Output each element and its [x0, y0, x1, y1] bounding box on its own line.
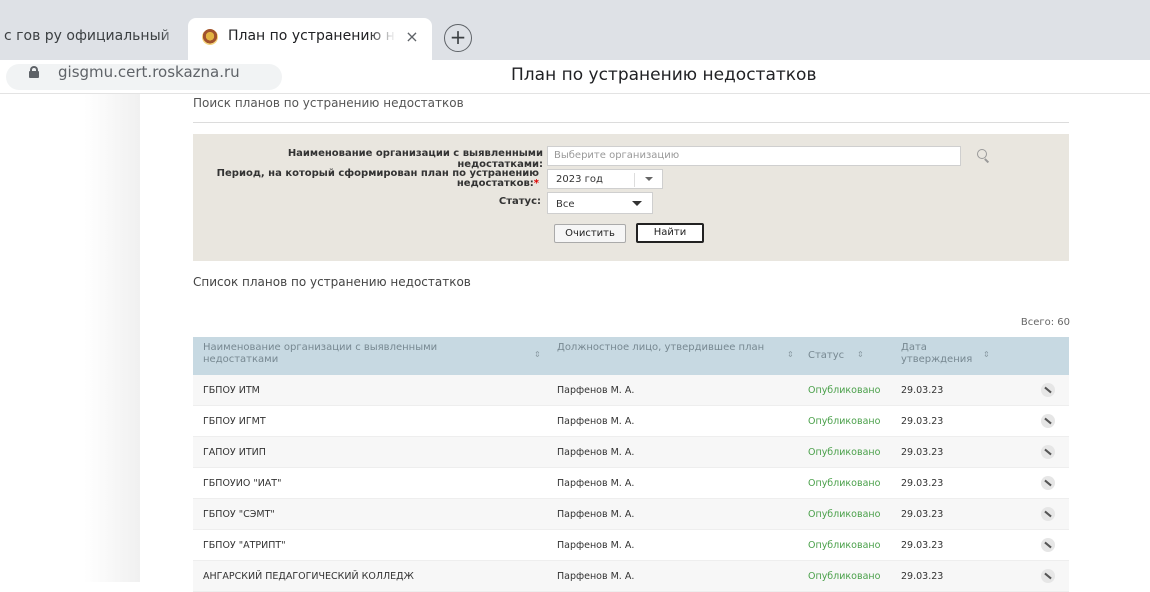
cell-official: Парфенов М. А. — [557, 385, 635, 396]
lock-icon[interactable] — [29, 66, 39, 78]
cell-date: 29.03.23 — [901, 447, 944, 458]
edit-icon[interactable] — [1041, 476, 1055, 490]
table-row[interactable]: ГБПОУ "СЭМТ" Парфенов М. А. Опубликовано 29… — [193, 499, 1069, 530]
cell-status: Опубликовано — [808, 478, 881, 489]
tab-active-title: План по устранению не — [228, 28, 396, 44]
cell-org: ГАПОУ ИТИП — [203, 447, 266, 458]
period-select[interactable]: 2023 год — [547, 169, 663, 189]
cell-status: Опубликовано — [808, 571, 881, 582]
edit-icon[interactable] — [1041, 538, 1055, 552]
table-row[interactable]: АНГАРСКИЙ ПЕДАГОГИЧЕСКИЙ КОЛЛЕДЖ Парфенов… — [193, 561, 1069, 592]
cell-status: Опубликовано — [808, 509, 881, 520]
column-header-org[interactable]: Наименование организации с выявленными н… — [203, 342, 473, 366]
cell-official: Парфенов М. А. — [557, 540, 635, 551]
sort-icon[interactable]: ⇕ — [534, 350, 541, 359]
emblem-favicon-icon — [202, 29, 218, 45]
find-button[interactable]: Найти — [636, 223, 704, 243]
cell-date: 29.03.23 — [901, 540, 944, 551]
chevron-down-icon — [645, 177, 653, 181]
table-row[interactable]: ГАПОУ ИТИП Парфенов М. А. Опубликовано 29.0… — [193, 437, 1069, 468]
cell-official: Парфенов М. А. — [557, 478, 635, 489]
cell-status: Опубликовано — [808, 447, 881, 458]
table-row[interactable]: ГБПОУ ИТМ Парфенов М. А. Опубликовано 29.03… — [193, 375, 1069, 406]
page-content: Поиск планов по устранению недостатков Н… — [0, 94, 1150, 592]
sort-icon[interactable]: ⇕ — [983, 350, 990, 359]
search-section-title: Поиск планов по устранению недостатков — [193, 96, 464, 110]
cell-date: 29.03.23 — [901, 478, 944, 489]
new-tab-button[interactable]: + — [444, 24, 472, 52]
cell-date: 29.03.23 — [901, 571, 944, 582]
browser-tab-bar: с гов ру официальный План по устранению … — [0, 0, 1150, 60]
org-label: Наименование организации с выявленными н… — [287, 148, 543, 170]
column-header-status[interactable]: Статус — [808, 350, 844, 362]
required-mark: * — [533, 178, 539, 189]
search-icon[interactable] — [977, 149, 991, 163]
table-body: ГБПОУ ИТМ Парфенов М. А. Опубликовано 29.03… — [193, 375, 1069, 592]
sort-icon[interactable]: ⇕ — [857, 350, 864, 359]
cell-date: 29.03.23 — [901, 385, 944, 396]
edit-icon[interactable] — [1041, 383, 1055, 397]
cell-status: Опубликовано — [808, 416, 881, 427]
table-row[interactable]: ГБПОУ "АТРИПТ" Парфенов М. А. Опубликовано… — [193, 530, 1069, 561]
chevron-down-icon — [632, 201, 642, 206]
cell-official: Парфенов М. А. — [557, 571, 635, 582]
cell-org: ГБПОУ "СЭМТ" — [203, 509, 275, 520]
close-tab-icon[interactable]: × — [402, 27, 422, 47]
filter-panel: Наименование организации с выявленными н… — [193, 134, 1069, 261]
status-select-value: Все — [556, 199, 575, 210]
cell-org: ГБПОУ ИТМ — [203, 385, 260, 396]
status-label: Статус: — [498, 196, 541, 207]
cell-org: ГБПОУ ИГМТ — [203, 416, 266, 427]
list-section-title: Список планов по устранению недостатков — [193, 275, 471, 289]
cell-org: ГБПОУИО "ИАТ" — [203, 478, 282, 489]
page-title: План по устранению недостатков — [511, 65, 817, 85]
period-label: Период, на который сформирован план по у… — [216, 168, 539, 189]
edit-icon[interactable] — [1041, 414, 1055, 428]
table-row[interactable]: ГБПОУИО "ИАТ" Парфенов М. А. Опубликовано 2… — [193, 468, 1069, 499]
cell-org: ГБПОУ "АТРИПТ" — [203, 540, 286, 551]
status-select[interactable]: Все — [547, 192, 653, 214]
cell-date: 29.03.23 — [901, 416, 944, 427]
column-header-official[interactable]: Должностное лицо, утвердившее план — [557, 342, 767, 354]
cell-status: Опубликовано — [808, 540, 881, 551]
cell-org: АНГАРСКИЙ ПЕДАГОГИЧЕСКИЙ КОЛЛЕДЖ — [203, 571, 414, 582]
address-bar: gisgmu.cert.roskazna.ru План по устранен… — [0, 60, 1150, 94]
cell-official: Парфенов М. А. — [557, 509, 635, 520]
sort-icon[interactable]: ⇕ — [787, 350, 794, 359]
divider — [193, 122, 1069, 123]
url-text[interactable]: gisgmu.cert.roskazna.ru — [58, 63, 240, 81]
left-gutter — [0, 94, 140, 582]
org-search-input[interactable]: Выберите организацию — [547, 146, 961, 166]
period-select-value: 2023 год — [556, 174, 603, 185]
edit-icon[interactable] — [1041, 569, 1055, 583]
tab-inactive[interactable]: с гов ру официальный — [0, 18, 184, 60]
cell-official: Парфенов М. А. — [557, 416, 635, 427]
plans-table: Наименование организации с выявленными н… — [193, 337, 1069, 592]
tab-active[interactable]: План по устранению не × — [188, 18, 432, 60]
tab-inactive-title: с гов ру официальный — [4, 28, 170, 44]
cell-official: Парфенов М. А. — [557, 447, 635, 458]
column-header-date[interactable]: Дата утверждения — [901, 342, 972, 366]
cell-status: Опубликовано — [808, 385, 881, 396]
edit-icon[interactable] — [1041, 445, 1055, 459]
edit-icon[interactable] — [1041, 507, 1055, 521]
total-count: Всего: 60 — [1020, 317, 1070, 328]
cell-date: 29.03.23 — [901, 509, 944, 520]
clear-button[interactable]: Очистить — [554, 224, 626, 243]
table-row[interactable]: ГБПОУ ИГМТ Парфенов М. А. Опубликовано 29.0… — [193, 406, 1069, 437]
table-header: Наименование организации с выявленными н… — [193, 337, 1069, 375]
